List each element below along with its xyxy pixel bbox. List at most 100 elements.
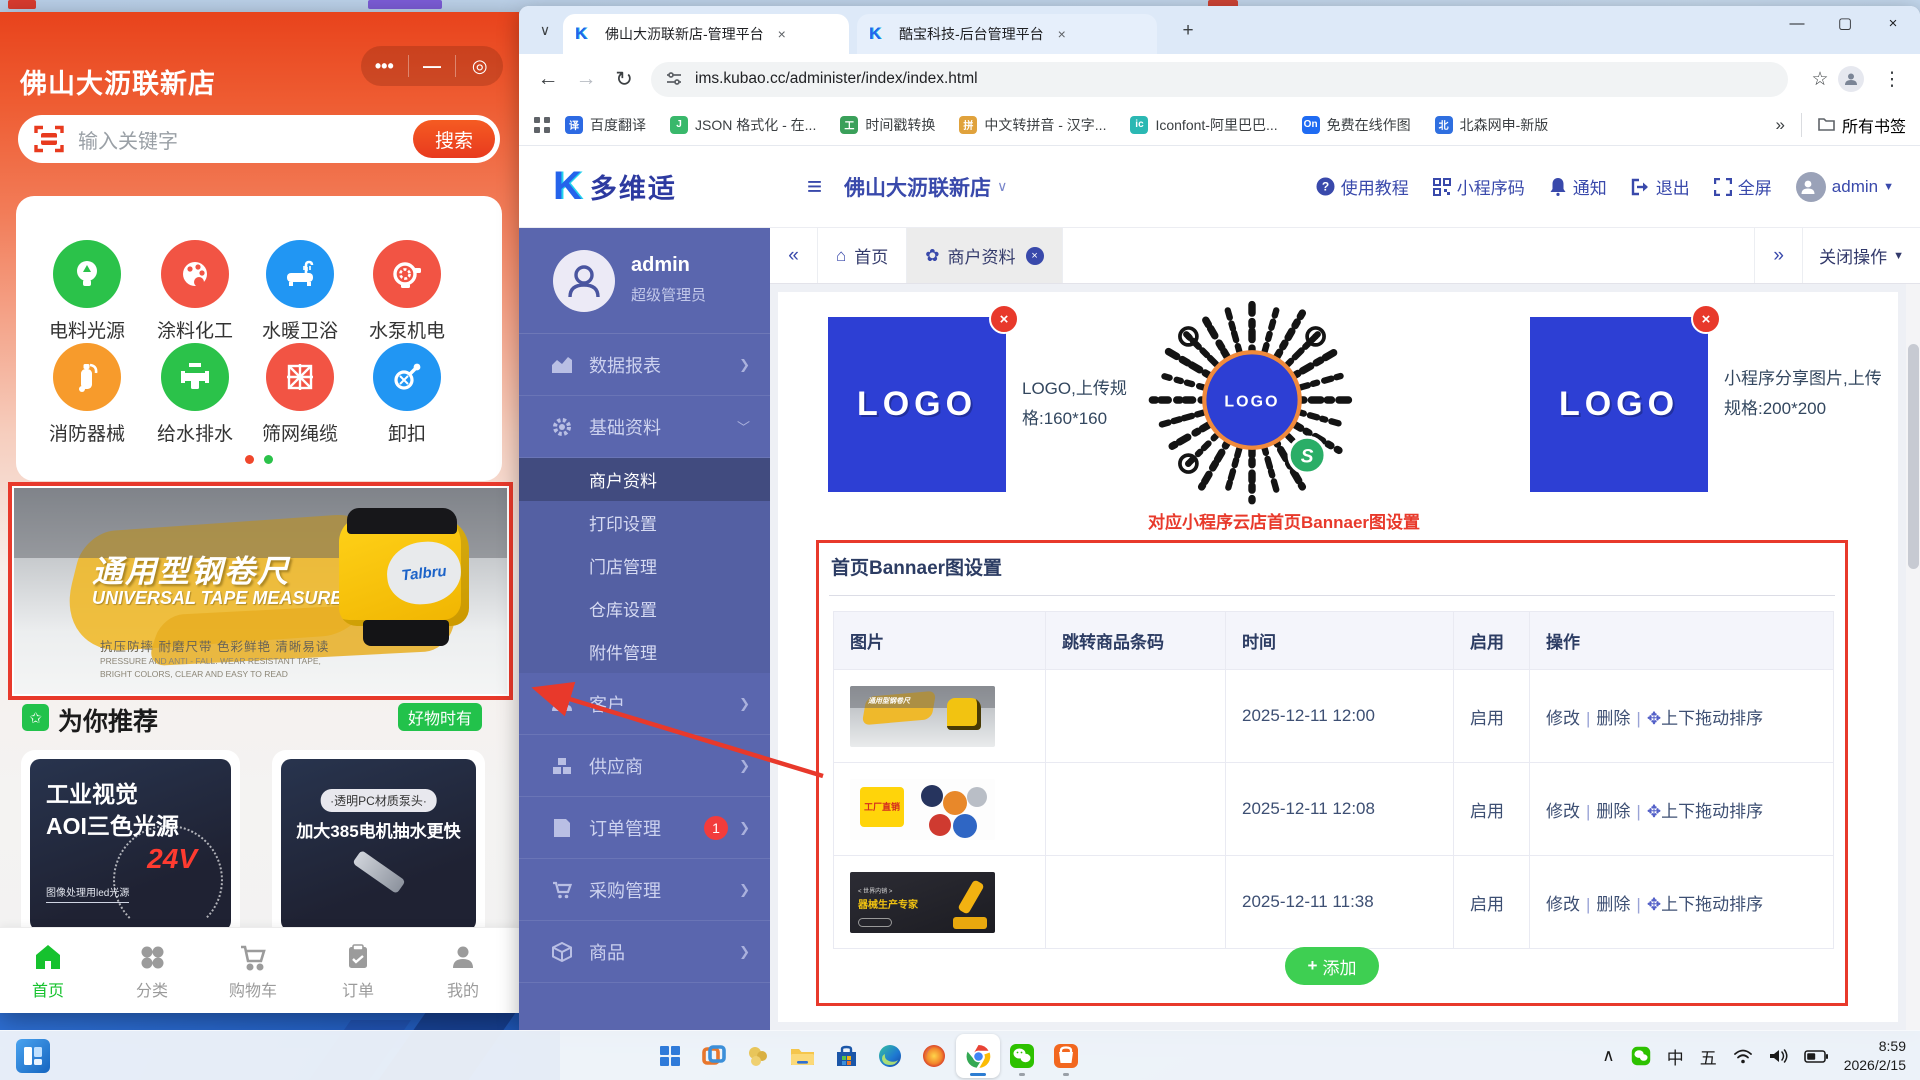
window-maximize[interactable]: ▢ (1822, 6, 1868, 40)
ime-indicator[interactable]: 中 (1667, 1044, 1684, 1069)
sidebar-subitem-print-settings[interactable]: 打印设置 (519, 501, 770, 544)
bookmark-item[interactable]: 拼中文转拼音 - 汉字... (959, 115, 1106, 135)
apps-grid-icon[interactable] (533, 116, 551, 134)
workspace-tab-current[interactable]: ✿ 商户资料 × (907, 228, 1062, 283)
scan-icon[interactable] (34, 124, 64, 154)
store-switcher[interactable]: 佛山大沥联新店 (844, 172, 991, 202)
taskbar-vmware-icon[interactable] (692, 1034, 736, 1078)
address-bar[interactable]: ims.kubao.cc/administer/index/index.html (651, 62, 1788, 97)
delete-logo-icon[interactable]: × (989, 304, 1019, 334)
bookmark-item[interactable]: icIconfont-阿里巴巴... (1130, 115, 1277, 135)
close-operations-dropdown[interactable]: 关闭操作▼ (1802, 228, 1920, 283)
search-placeholder[interactable]: 输入关键字 (78, 125, 413, 154)
search-bar[interactable]: 输入关键字 搜索 (18, 115, 500, 163)
taskbar-weidian-icon[interactable] (1044, 1034, 1088, 1078)
edit-link[interactable]: 修改 (1546, 895, 1580, 914)
site-settings-icon[interactable] (665, 70, 683, 88)
logo-image[interactable]: LOGO × (828, 317, 1006, 492)
taskbar-start-button[interactable] (648, 1034, 692, 1078)
back-button[interactable]: ← (529, 67, 567, 91)
notifications-button[interactable]: 通知 (1549, 174, 1607, 199)
more-icon[interactable]: ••• (361, 56, 408, 77)
tabs-scroll-left[interactable]: « (770, 228, 818, 283)
bookmark-star-icon[interactable]: ☆ (1802, 68, 1838, 91)
profile-avatar[interactable] (1838, 66, 1874, 92)
forward-button[interactable]: → (567, 67, 605, 91)
sidebar-subitem-attachment-management[interactable]: 附件管理 (519, 630, 770, 673)
miniprogram-qr-button[interactable]: 小程序码 (1433, 174, 1525, 199)
window-minimize[interactable]: — (1774, 6, 1820, 40)
taskbar-explorer-icon[interactable] (780, 1034, 824, 1078)
home-banner-annotated[interactable]: 通用型钢卷尺 UNIVERSAL TAPE MEASURE 抗压防摔 耐磨尺带 … (8, 482, 513, 700)
content-scrollbar[interactable] (1906, 284, 1920, 1030)
category-item[interactable]: 水泵机电 (359, 240, 455, 343)
sidebar-toggle-icon[interactable]: ≡ (807, 171, 822, 202)
drag-sort-handle[interactable]: ✥ (1647, 802, 1661, 821)
sidebar-item-purchase-management[interactable]: 采购管理❯ (519, 859, 770, 921)
tab-me[interactable]: 我的 (428, 940, 498, 1001)
wifi-icon[interactable] (1733, 1048, 1753, 1064)
taskbar-firefox-icon[interactable] (912, 1034, 956, 1078)
share-image[interactable]: LOGO × (1530, 317, 1708, 492)
drag-sort-handle[interactable]: ✥ (1647, 709, 1661, 728)
sidebar-item-suppliers[interactable]: 供应商❯ (519, 735, 770, 797)
bookmark-item[interactable]: 北北森网申-新版 (1435, 115, 1549, 135)
delete-link[interactable]: 删除 (1596, 709, 1630, 728)
add-banner-button[interactable]: +添加 (1285, 947, 1379, 985)
bookmark-item[interactable]: 译百度翻译 (565, 115, 646, 135)
banner-thumbnail[interactable]: 工厂直销 (850, 779, 995, 840)
delete-link[interactable]: 删除 (1596, 802, 1630, 821)
volume-icon[interactable] (1769, 1048, 1788, 1064)
window-close[interactable]: × (1870, 6, 1916, 40)
banner-image[interactable]: 通用型钢卷尺 UNIVERSAL TAPE MEASURE 抗压防摔 耐磨尺带 … (14, 488, 507, 694)
browser-tab-active[interactable]: K 佛山大沥联新店-管理平台 × (563, 14, 849, 54)
tab-cart[interactable]: 购物车 (218, 940, 288, 1001)
close-circle-icon[interactable]: ◎ (456, 56, 503, 77)
carousel-dots[interactable] (16, 451, 502, 469)
sidebar-subitem-store-management[interactable]: 门店管理 (519, 544, 770, 587)
bookmarks-overflow-icon[interactable]: » (1776, 115, 1785, 135)
sidebar-item-reports[interactable]: 数据报表❯ (519, 334, 770, 396)
search-button[interactable]: 搜索 (413, 120, 495, 158)
taskbar-store-icon[interactable] (824, 1034, 868, 1078)
category-item[interactable]: 给水排水 (147, 343, 243, 446)
minimize-icon[interactable]: — (409, 56, 456, 77)
tab-close-icon[interactable]: × (1058, 26, 1066, 42)
user-menu[interactable]: admin ▼ (1796, 172, 1894, 202)
drag-sort-link[interactable]: 上下拖动排序 (1661, 895, 1763, 914)
delete-share-image-icon[interactable]: × (1691, 304, 1721, 334)
taskbar-clock[interactable]: 8:59 2026/2/15 (1844, 1037, 1906, 1075)
browser-tab[interactable]: K 酷宝科技-后台管理平台 × (857, 14, 1157, 54)
widgets-icon[interactable] (16, 1039, 50, 1073)
category-item[interactable]: 卸扣 (359, 343, 455, 446)
sidebar-subitem-merchant-info[interactable]: 商户资料 (519, 458, 770, 501)
tray-chevron-up[interactable]: ∧ (1602, 1046, 1614, 1066)
taskbar-wechat-icon[interactable] (1000, 1034, 1044, 1078)
tabs-scroll-right[interactable]: » (1754, 228, 1802, 283)
banner-thumbnail[interactable]: 器械生产专家 < 世界内销 > (850, 872, 995, 933)
bookmark-item[interactable]: 工时间戳转换 (840, 115, 935, 135)
tab-orders[interactable]: 订单 (323, 940, 393, 1001)
drag-sort-handle[interactable]: ✥ (1647, 895, 1661, 914)
product-card[interactable]: ·透明PC材质泵头· 加大385电机抽水更快 (272, 750, 485, 940)
delete-link[interactable]: 删除 (1596, 895, 1630, 914)
taskbar-edge-icon[interactable] (868, 1034, 912, 1078)
drag-sort-link[interactable]: 上下拖动排序 (1661, 709, 1763, 728)
sidebar-item-basic-data[interactable]: 基础资料﹀ (519, 396, 770, 458)
sidebar-item-customers[interactable]: 客户❯ (519, 673, 770, 735)
sidebar-item-products[interactable]: 商品❯ (519, 921, 770, 983)
tab-home[interactable]: 首页 (13, 940, 83, 1001)
tab-close-icon[interactable]: × (778, 26, 786, 42)
drag-sort-link[interactable]: 上下拖动排序 (1661, 802, 1763, 821)
reload-button[interactable]: ↻ (605, 67, 643, 92)
help-tutorial-button[interactable]: ? 使用教程 (1316, 174, 1409, 199)
category-item[interactable]: 水暖卫浴 (252, 240, 348, 343)
sidebar-item-order-management[interactable]: 订单管理 1 ❯ (519, 797, 770, 859)
taskbar-chrome-icon-active[interactable] (956, 1034, 1000, 1078)
close-tab-icon[interactable]: × (1026, 247, 1044, 265)
all-bookmarks-folder[interactable]: 所有书签 (1801, 113, 1906, 137)
banner-thumbnail[interactable]: 通用型钢卷尺 (850, 686, 995, 747)
category-item[interactable]: 涂料化工 (147, 240, 243, 343)
logout-button[interactable]: 退出 (1631, 174, 1690, 199)
edit-link[interactable]: 修改 (1546, 709, 1580, 728)
